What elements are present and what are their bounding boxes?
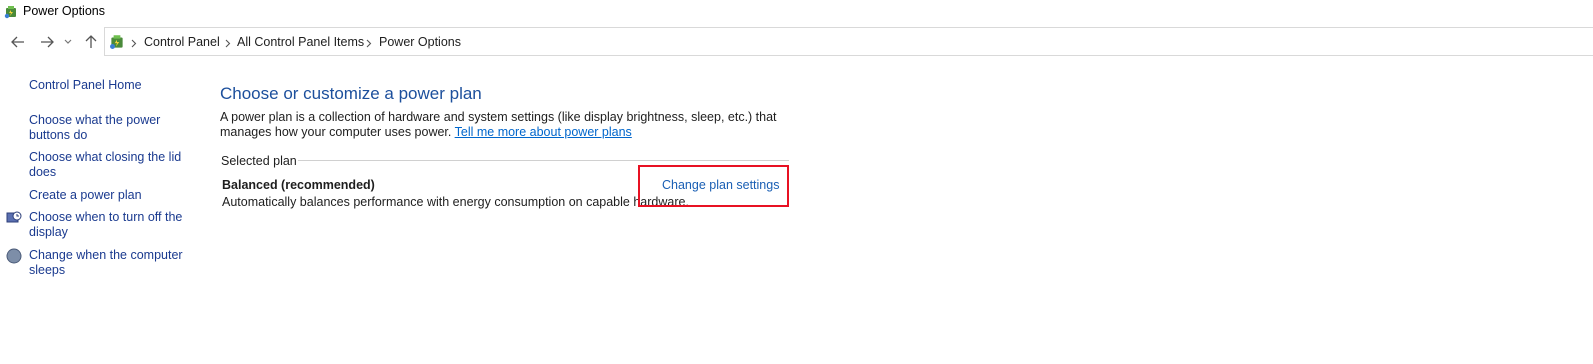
breadcrumb-separator-icon xyxy=(224,36,232,48)
sidebar-closing-lid[interactable]: Choose what closing the lid does xyxy=(29,150,189,180)
breadcrumb-control-panel[interactable]: Control Panel xyxy=(144,35,220,49)
group-divider xyxy=(298,160,789,161)
breadcrumb-power-options[interactable]: Power Options xyxy=(379,35,461,49)
title-bar: Power Options xyxy=(0,0,1593,26)
change-plan-settings-link[interactable]: Change plan settings xyxy=(660,178,782,192)
sidebar-control-panel-home[interactable]: Control Panel Home xyxy=(29,78,189,93)
up-arrow-icon[interactable] xyxy=(82,34,100,50)
sidebar-computer-sleeps[interactable]: Change when the computer sleeps xyxy=(29,248,189,278)
power-options-icon xyxy=(3,4,19,20)
power-options-icon xyxy=(108,33,126,51)
page-description: A power plan is a collection of hardware… xyxy=(220,110,800,140)
sleep-moon-icon xyxy=(6,248,22,264)
back-arrow-icon[interactable] xyxy=(9,34,27,50)
breadcrumb-separator-icon xyxy=(365,36,373,48)
display-timer-icon xyxy=(6,210,22,226)
forward-arrow-icon[interactable] xyxy=(38,34,56,50)
breadcrumb-separator-icon xyxy=(130,36,138,48)
chevron-down-icon[interactable] xyxy=(62,34,74,50)
address-bar[interactable]: Control Panel All Control Panel Items Po… xyxy=(104,27,1593,56)
sidebar-power-buttons[interactable]: Choose what the power buttons do xyxy=(29,113,189,143)
page-title: Choose or customize a power plan xyxy=(220,84,482,103)
sidebar-turn-off-display[interactable]: Choose when to turn off the display xyxy=(29,210,189,240)
breadcrumb-all-items[interactable]: All Control Panel Items xyxy=(237,35,364,49)
navigation-bar: Control Panel All Control Panel Items Po… xyxy=(0,27,1593,57)
plan-name: Balanced (recommended) xyxy=(222,178,375,192)
selected-plan-label: Selected plan xyxy=(221,154,297,168)
window-title: Power Options xyxy=(23,4,105,18)
plan-description: Automatically balances performance with … xyxy=(222,195,689,209)
learn-more-link[interactable]: Tell me more about power plans xyxy=(455,125,632,139)
sidebar-create-plan[interactable]: Create a power plan xyxy=(29,188,189,203)
